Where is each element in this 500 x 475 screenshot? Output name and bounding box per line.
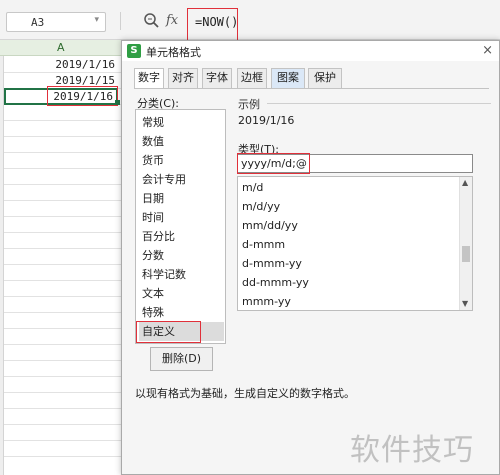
format-item[interactable]: m/d: [242, 178, 263, 197]
cell-a1[interactable]: 2019/1/16: [4, 57, 118, 73]
grid-row-line: [4, 392, 122, 393]
grid-row-line: [4, 216, 122, 217]
grid-row-line: [4, 328, 122, 329]
category-item-text[interactable]: 文本: [139, 284, 224, 303]
grid-row-line: [4, 184, 122, 185]
chevron-up-icon[interactable]: ▲: [462, 178, 468, 187]
tab-protection[interactable]: 保护: [308, 68, 342, 88]
grid-row-line: [4, 264, 122, 265]
dialog-title-bar[interactable]: S 单元格格式 ×: [122, 41, 499, 61]
grid-row-line: [4, 280, 122, 281]
grid-row-line: [4, 440, 122, 441]
category-item-accounting[interactable]: 会计专用: [139, 170, 224, 189]
grid-row-line: [4, 136, 122, 137]
fx-icon[interactable]: fx: [166, 13, 178, 28]
formula-toolbar: A3 ▾ fx =NOW(): [0, 0, 500, 40]
format-item[interactable]: m/d/yy: [242, 197, 280, 216]
tab-font[interactable]: 字体: [202, 68, 232, 88]
format-item[interactable]: d-mmm: [242, 235, 285, 254]
name-box-value: A3: [31, 16, 45, 29]
format-item[interactable]: mmm-yy: [242, 292, 291, 311]
grid-row-line: [4, 168, 122, 169]
grid-row-line: [4, 120, 122, 121]
description-text: 以现有格式为基础，生成自定义的数字格式。: [135, 387, 355, 400]
category-item-scientific[interactable]: 科学记数: [139, 265, 224, 284]
category-item-special[interactable]: 特殊: [139, 303, 224, 322]
grid-row-line: [4, 296, 122, 297]
format-cells-dialog: S 单元格格式 × 数字 对齐 字体 边框 图案 保护 分类(C): 常规 数值…: [121, 40, 500, 475]
tab-alignment[interactable]: 对齐: [168, 68, 198, 88]
grid-row-line: [4, 376, 122, 377]
category-item-date[interactable]: 日期: [139, 189, 224, 208]
grid-row-line: [4, 344, 122, 345]
sample-divider: [267, 103, 491, 104]
tab-pattern[interactable]: 图案: [271, 68, 305, 88]
column-header-bar: [0, 40, 130, 56]
sample-label: 示例: [238, 98, 260, 111]
grid-row-line: [4, 248, 122, 249]
fill-handle[interactable]: [115, 100, 120, 105]
grid-row-line: [4, 360, 122, 361]
format-item[interactable]: mm/dd/yy: [242, 216, 298, 235]
scrollbar-thumb[interactable]: [462, 246, 470, 262]
category-item-fraction[interactable]: 分数: [139, 246, 224, 265]
category-list[interactable]: 常规 数值 货币 会计专用 日期 时间 百分比 分数 科学记数 文本 特殊 自定…: [135, 109, 226, 344]
formula-highlight-box: [187, 8, 238, 41]
grid-row-line: [4, 200, 122, 201]
delete-button[interactable]: 删除(D): [150, 347, 213, 371]
name-box[interactable]: A3 ▾: [6, 12, 106, 32]
row-number-strip: [0, 56, 4, 475]
magnifier-icon[interactable]: [143, 12, 159, 28]
format-code-list[interactable]: m/d m/d/yy mm/dd/yy d-mmm d-mmm-yy dd-mm…: [237, 176, 473, 311]
format-list-scrollbar[interactable]: ▲ ▼: [459, 177, 472, 310]
tab-divider: [134, 88, 489, 89]
app-logo-icon: S: [127, 44, 141, 58]
close-icon[interactable]: ×: [482, 43, 493, 58]
type-highlight-box: [237, 153, 310, 174]
category-highlight-box: [136, 321, 201, 343]
toolbar-divider: [120, 12, 121, 30]
format-item[interactable]: dd-mmm-yy: [242, 273, 309, 292]
category-item-general[interactable]: 常规: [139, 113, 224, 132]
grid-row-line: [4, 456, 122, 457]
grid-row-line: [4, 312, 122, 313]
dialog-title: 单元格格式: [146, 46, 201, 59]
watermark-text: 软件技巧: [350, 433, 474, 468]
category-item-percentage[interactable]: 百分比: [139, 227, 224, 246]
grid-row-line: [4, 232, 122, 233]
category-item-number[interactable]: 数值: [139, 132, 224, 151]
chevron-down-icon[interactable]: ▾: [94, 15, 99, 25]
grid-row-line: [4, 408, 122, 409]
category-item-time[interactable]: 时间: [139, 208, 224, 227]
format-item[interactable]: d-mmm-yy: [242, 254, 302, 273]
grid-row-line: [4, 152, 122, 153]
category-item-currency[interactable]: 货币: [139, 151, 224, 170]
sample-value: 2019/1/16: [238, 114, 295, 127]
chevron-down-icon[interactable]: ▼: [462, 299, 468, 308]
tab-number[interactable]: 数字: [134, 68, 164, 89]
tab-border[interactable]: 边框: [237, 68, 267, 88]
column-header-a[interactable]: A: [57, 41, 65, 54]
grid-row-line: [4, 424, 122, 425]
cell-highlight-box: [47, 86, 118, 106]
